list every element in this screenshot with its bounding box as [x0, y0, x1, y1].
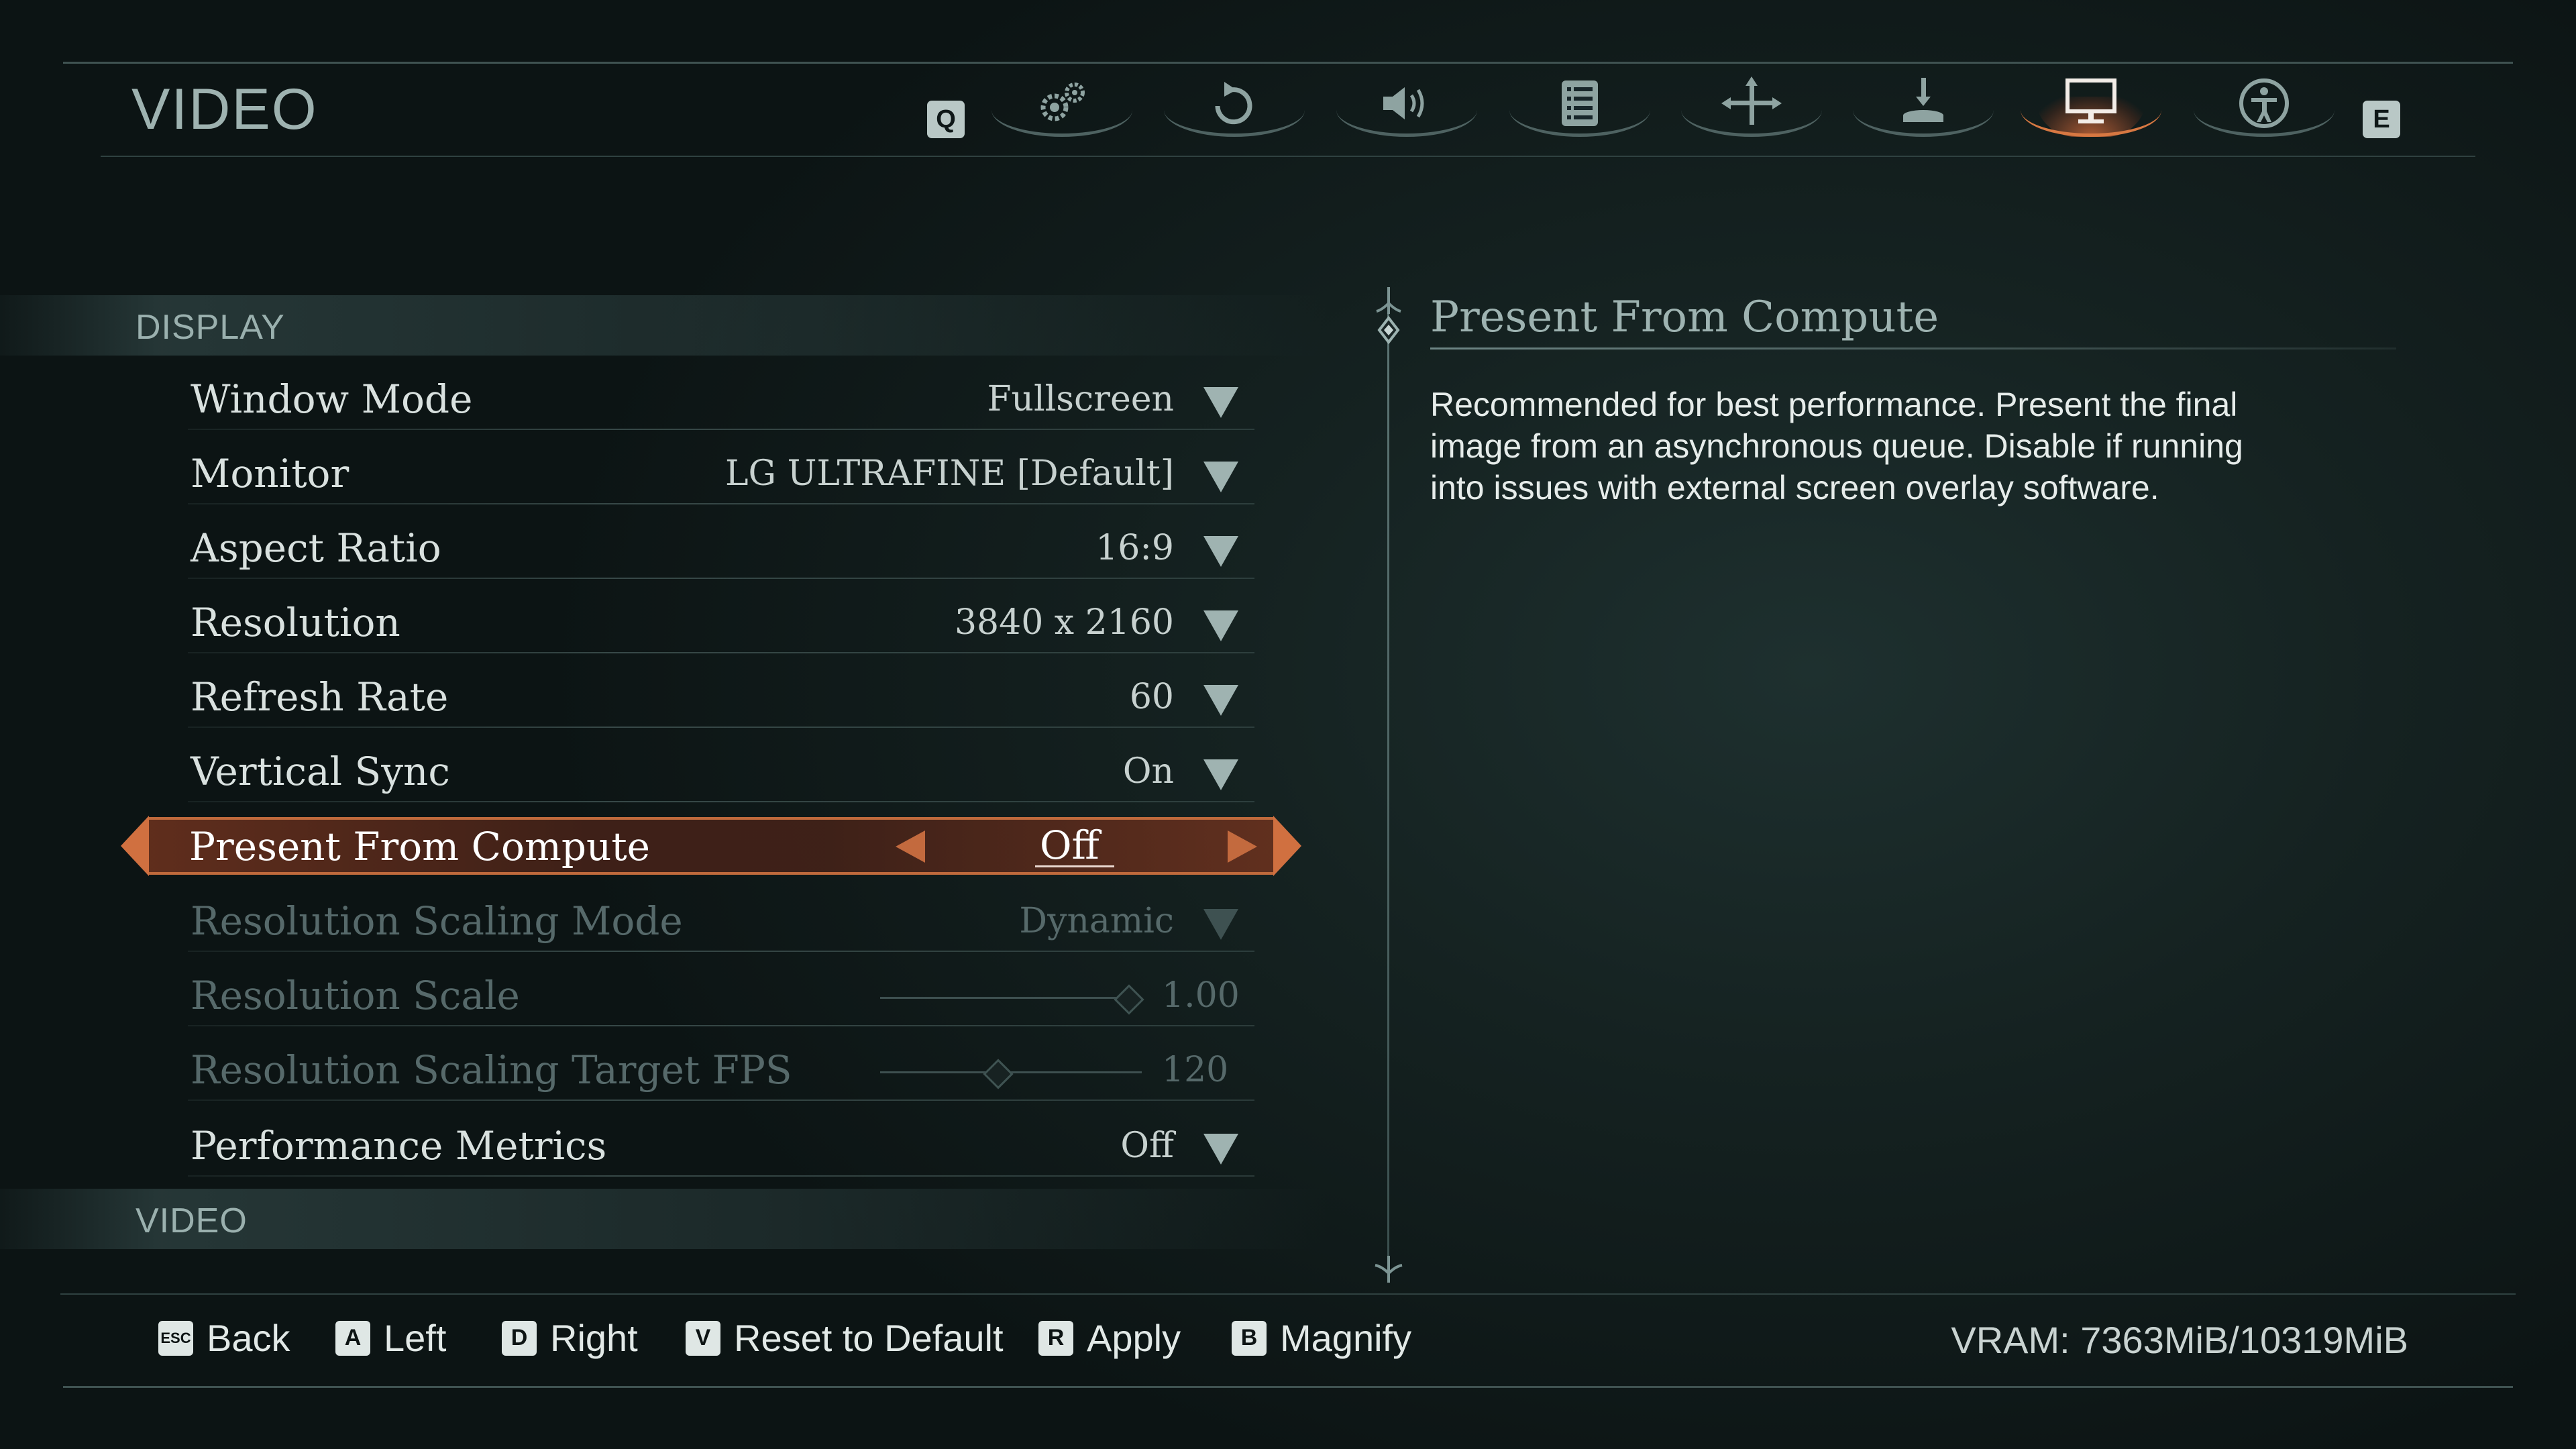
page-title: VIDEO — [131, 77, 318, 142]
tab-downloads[interactable] — [1853, 70, 1994, 144]
value-underline — [1035, 865, 1114, 867]
description-body: Recommended for best performance. Presen… — [1430, 386, 2243, 506]
section-title: DISPLAY — [136, 308, 285, 347]
setting-resolution[interactable]: Resolution 3840 x 2160 — [188, 590, 1254, 657]
setting-label: Window Mode — [191, 376, 473, 422]
tab-interface[interactable] — [1509, 70, 1650, 144]
arrow-left-icon[interactable] — [896, 830, 925, 863]
esc-key-icon: ESC — [158, 1320, 193, 1356]
move-arrows-icon — [1721, 76, 1782, 125]
hint-label: Apply — [1087, 1317, 1181, 1359]
hint-left[interactable]: A Left — [335, 1316, 446, 1360]
accessibility-icon — [2239, 78, 2289, 128]
vram-readout: VRAM: 7363MiB/10319MiB — [1951, 1319, 2408, 1361]
setting-aspect-ratio[interactable]: Aspect Ratio 16:9 — [188, 516, 1254, 583]
section-header-display: DISPLAY — [0, 295, 1328, 356]
tab-video[interactable] — [2021, 70, 2161, 144]
setting-value: 120 — [1162, 1050, 1229, 1090]
monitor-icon — [2065, 78, 2116, 123]
tab-camera[interactable] — [1681, 70, 1822, 144]
header-underline — [101, 156, 2475, 157]
hint-label: Reset to Default — [734, 1317, 1004, 1359]
b-key-icon: B — [1232, 1320, 1267, 1356]
download-icon — [1903, 78, 1943, 122]
setting-value: Off — [1120, 1126, 1174, 1166]
hint-right[interactable]: D Right — [502, 1316, 638, 1360]
setting-resolution-scaling-target-fps: Resolution Scaling Target FPS 120 — [188, 1038, 1254, 1105]
setting-label: Present From Compute — [189, 824, 650, 869]
dropdown-arrow-icon[interactable] — [1203, 536, 1238, 567]
setting-label: Resolution Scaling Target FPS — [191, 1047, 792, 1093]
setting-window-mode[interactable]: Window Mode Fullscreen — [188, 367, 1254, 434]
setting-present-from-compute[interactable]: Present From Compute Off — [121, 816, 1301, 876]
divider-end-icon — [1375, 1256, 1403, 1283]
hint-magnify[interactable]: B Magnify — [1232, 1316, 1411, 1360]
divider-ornament-icon — [1376, 287, 1401, 345]
d-key-icon: D — [502, 1320, 537, 1356]
speaker-icon — [1383, 87, 1424, 119]
dropdown-arrow-icon[interactable] — [1203, 610, 1238, 641]
slider-handle — [982, 1059, 1014, 1089]
setting-label: Monitor — [191, 451, 350, 496]
setting-value: LG ULTRAFINE [Default] — [724, 453, 1174, 494]
tab-accessibility[interactable] — [2194, 70, 2334, 144]
setting-value: Off — [1040, 822, 1099, 868]
controller-rotate-icon — [1215, 82, 1252, 125]
hint-label: Magnify — [1280, 1317, 1412, 1359]
setting-label: Resolution — [191, 600, 400, 645]
tab-general[interactable] — [991, 70, 1132, 144]
dropdown-arrow-icon[interactable] — [1203, 387, 1238, 418]
setting-value: Dynamic — [1019, 901, 1174, 941]
setting-resolution-scale: Resolution Scale 1.00 — [188, 963, 1254, 1030]
pane-divider — [1387, 301, 1389, 1270]
a-key-icon: A — [335, 1320, 370, 1356]
description-title-underline — [1430, 347, 2396, 350]
list-icon — [1562, 80, 1598, 126]
setting-vertical-sync[interactable]: Vertical Sync On — [188, 739, 1254, 806]
setting-label: Performance Metrics — [191, 1123, 607, 1169]
tab-controls[interactable] — [1164, 70, 1305, 144]
dropdown-arrow-icon[interactable] — [1203, 759, 1238, 790]
setting-value: Fullscreen — [987, 379, 1174, 419]
gears-icon — [1040, 83, 1085, 121]
prev-tab-key[interactable]: Q — [927, 101, 965, 138]
slider-handle — [1113, 984, 1144, 1015]
setting-value: 60 — [1129, 677, 1174, 717]
setting-performance-metrics[interactable]: Performance Metrics Off — [188, 1114, 1254, 1181]
section-header-video: VIDEO — [0, 1189, 1328, 1249]
section-title: VIDEO — [136, 1201, 248, 1240]
bottom-frame-line — [63, 1386, 2513, 1388]
setting-value: 1.00 — [1162, 975, 1240, 1016]
dropdown-arrow-icon[interactable] — [1203, 462, 1238, 492]
setting-label: Refresh Rate — [191, 674, 449, 720]
setting-monitor[interactable]: Monitor LG ULTRAFINE [Default] — [188, 441, 1254, 508]
setting-label: Aspect Ratio — [191, 525, 441, 571]
setting-value: On — [1122, 751, 1174, 792]
setting-refresh-rate[interactable]: Refresh Rate 60 — [188, 665, 1254, 732]
dropdown-arrow-icon[interactable] — [1203, 685, 1238, 716]
setting-label: Resolution Scale — [191, 973, 520, 1018]
hint-label: Left — [384, 1317, 447, 1359]
hint-reset-to-default[interactable]: V Reset to Default — [686, 1316, 1004, 1360]
hint-apply[interactable]: R Apply — [1038, 1316, 1181, 1360]
hint-label: Back — [207, 1317, 290, 1359]
tab-audio[interactable] — [1336, 70, 1477, 144]
setting-label: Vertical Sync — [191, 749, 450, 794]
dropdown-arrow-icon[interactable] — [1203, 1134, 1238, 1165]
dropdown-arrow-icon — [1203, 909, 1238, 940]
hint-label: Right — [550, 1317, 638, 1359]
r-key-icon: R — [1038, 1320, 1073, 1356]
setting-value: 16:9 — [1095, 528, 1174, 568]
arrow-right-icon[interactable] — [1228, 830, 1257, 863]
v-key-icon: V — [686, 1320, 720, 1356]
setting-resolution-scaling-mode: Resolution Scaling Mode Dynamic — [188, 889, 1254, 956]
description-title: Present From Compute — [1430, 292, 1939, 342]
setting-label: Resolution Scaling Mode — [191, 898, 683, 944]
setting-value: 3840 x 2160 — [954, 602, 1174, 643]
next-tab-key[interactable]: E — [2363, 101, 2400, 138]
hint-back[interactable]: ESC Back — [158, 1316, 290, 1360]
slider-track — [880, 997, 1142, 999]
footer-top-line — [60, 1293, 2516, 1295]
top-frame-line — [63, 62, 2513, 64]
